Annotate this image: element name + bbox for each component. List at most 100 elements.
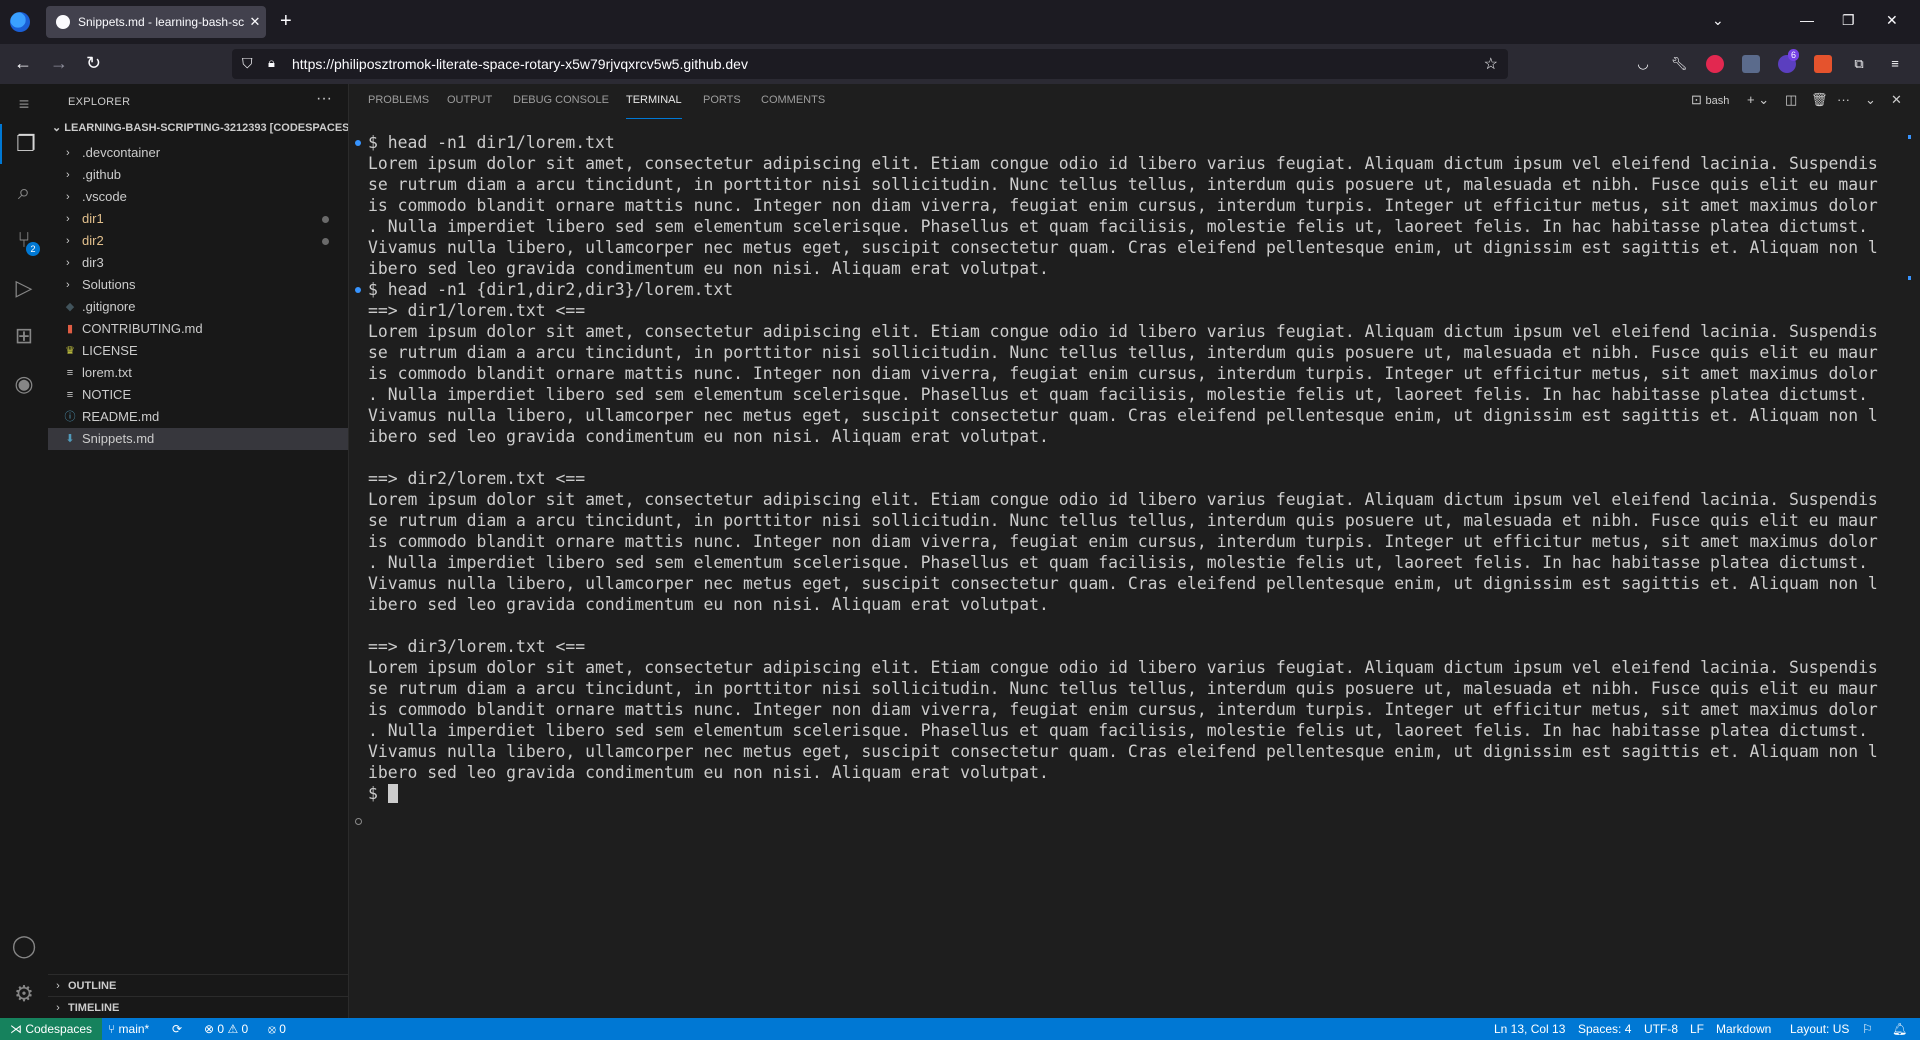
run-debug-icon[interactable]: ▷ [0, 268, 48, 308]
tab-debug-console[interactable]: DEBUG CONSOLE [513, 94, 609, 118]
branch-indicator[interactable]: ⑂ main* [108, 1018, 149, 1040]
lock-icon[interactable]: 🔒︎ [268, 55, 275, 71]
encoding[interactable]: UTF-8 [1644, 1018, 1678, 1040]
notifications-bell-icon[interactable]: 🔔︎ [1892, 1018, 1907, 1040]
split-terminal-icon[interactable]: ◫ [1785, 92, 1797, 108]
tree-item-vscode[interactable]: › .vscode [48, 186, 348, 208]
command-success-dot[interactable] [355, 287, 361, 293]
bookmark-star-icon[interactable]: ☆ [1484, 54, 1498, 74]
explorer-icon[interactable]: ❐ [0, 124, 50, 164]
settings-gear-icon[interactable]: ⚙ [0, 974, 48, 1014]
new-tab-icon[interactable]: + [280, 10, 292, 33]
extension-orange-icon[interactable] [1814, 55, 1832, 73]
extensions-icon[interactable]: ⊞ [0, 316, 48, 356]
tab-problems[interactable]: PROBLEMS [368, 94, 429, 118]
tree-item-readme[interactable]: ⓘ README.md [48, 406, 348, 428]
file-header: ==> dir3/lorem.txt <== [368, 637, 586, 656]
cursor-position[interactable]: Ln 13, Col 13 [1494, 1018, 1565, 1040]
explorer-sidebar: EXPLORER ··· ⌄ LEARNING-BASH-SCRIPTING-3… [48, 84, 349, 1018]
tree-item-license[interactable]: ♛ LICENSE [48, 340, 348, 362]
outline-section[interactable]: › OUTLINE [48, 974, 348, 997]
extension-badge-icon[interactable]: 6 [1778, 49, 1800, 73]
github-icon[interactable]: ◉ [0, 364, 48, 404]
browser-tab[interactable]: Snippets.md - learning-bash-sc ✕ [46, 6, 266, 38]
lorem-line: . Nulla imperdiet libero sed sem element… [368, 553, 1868, 572]
pocket-icon[interactable]: ◡ [1634, 55, 1652, 73]
lorem-line: . Nulla imperdiet libero sed sem element… [368, 385, 1868, 404]
command-pending-dot[interactable] [355, 818, 362, 825]
tree-item-lorem[interactable]: ≡ lorem.txt [48, 362, 348, 384]
extension-screen-icon[interactable] [1742, 55, 1760, 73]
browser-nav-bar: ← → ↻ ⛉ 🔒︎ https://philiposztromok-liter… [0, 44, 1920, 84]
extensions-puzzle-icon[interactable]: ⧉ [1850, 55, 1868, 73]
sync-icon[interactable]: ⟳ [172, 1018, 182, 1040]
trash-icon[interactable]: 🗑︎ [1811, 92, 1828, 108]
search-icon[interactable]: ⌕ [0, 172, 48, 212]
tab-comments[interactable]: COMMENTS [761, 94, 825, 118]
lorem-line: Lorem ipsum dolor sit amet, consectetur … [368, 322, 1878, 341]
firefox-logo-icon[interactable] [10, 12, 30, 32]
chevron-right-icon: › [66, 257, 70, 269]
new-terminal-icon[interactable]: + ⌄ [1747, 92, 1769, 108]
forward-icon[interactable]: → [50, 53, 68, 74]
tree-item-github[interactable]: › .github [48, 164, 348, 186]
error-count: 0 [217, 1022, 225, 1036]
shield-icon[interactable]: ⛉ [242, 55, 253, 72]
chevron-down-icon[interactable]: ⌄ [1865, 92, 1876, 108]
minimize-icon[interactable]: — [1800, 12, 1814, 28]
tree-item-dir1[interactable]: › dir1 [48, 208, 348, 230]
extension-red-icon[interactable] [1706, 55, 1724, 73]
lorem-line: se rutrum diam a arcu tincidunt, in port… [368, 175, 1878, 194]
close-window-icon[interactable]: ✕ [1886, 12, 1898, 29]
tree-item-dir2[interactable]: › dir2 [48, 230, 348, 252]
timeline-section[interactable]: › TIMELINE [48, 996, 348, 1019]
keyboard-layout[interactable]: Layout: US [1790, 1018, 1849, 1040]
account-icon[interactable]: ◯ [0, 926, 48, 966]
address-bar[interactable]: ⛉ 🔒︎ https://philiposztromok-literate-sp… [232, 49, 1508, 79]
tab-terminal[interactable]: TERMINAL [626, 94, 682, 119]
close-tab-icon[interactable]: ✕ [244, 14, 266, 30]
tree-item-snippets[interactable]: ⬇ Snippets.md [48, 428, 348, 450]
close-panel-icon[interactable]: ✕ [1891, 92, 1902, 108]
eol[interactable]: LF [1690, 1018, 1704, 1040]
tree-item-dir3[interactable]: › dir3 [48, 252, 348, 274]
restore-icon[interactable]: ❐ [1842, 12, 1855, 29]
tree-item-notice[interactable]: ≡ NOTICE [48, 384, 348, 406]
chevron-right-icon: › [56, 980, 60, 992]
tree-item-gitignore[interactable]: ◆ .gitignore [48, 296, 348, 318]
problems-indicator[interactable]: ⊗ 0 ⚠ 0 [204, 1018, 248, 1040]
terminal-command: $ head -n1 dir1/lorem.txt [368, 133, 615, 152]
ports-count: 0 [279, 1022, 286, 1036]
command-success-dot[interactable] [355, 140, 361, 146]
tree-item-devcontainer[interactable]: › .devcontainer [48, 142, 348, 164]
text-file-icon: ≡ [66, 389, 74, 401]
indentation[interactable]: Spaces: 4 [1578, 1018, 1631, 1040]
tree-item-label: CONTRIBUTING.md [82, 321, 203, 336]
tab-ports[interactable]: PORTS [703, 94, 741, 118]
language-mode[interactable]: Markdown [1716, 1018, 1771, 1040]
back-icon[interactable]: ← [14, 53, 32, 74]
prompt-line[interactable]: $ [368, 783, 1908, 804]
more-actions-icon[interactable]: ··· [316, 90, 332, 108]
more-actions-icon[interactable]: ··· [1837, 92, 1850, 107]
remote-indicator[interactable]: ⋊ Codespaces [0, 1018, 103, 1040]
warning-count: 0 [241, 1022, 249, 1036]
reload-icon[interactable]: ↻ [86, 53, 101, 74]
tree-item-contributing[interactable]: ▮ CONTRIBUTING.md [48, 318, 348, 340]
url-text[interactable]: https://philiposztromok-literate-space-r… [292, 56, 748, 72]
source-control-icon[interactable]: ⑂ 2 [0, 220, 48, 260]
menu-icon[interactable]: ≡ [0, 84, 48, 124]
ports-indicator[interactable]: ⦻ 0 [268, 1018, 286, 1040]
tree-item-label: .vscode [82, 189, 127, 204]
terminal-output[interactable]: $ head -n1 dir1/lorem.txt Lorem ipsum dol… [368, 132, 1908, 804]
menu-hamburger-icon[interactable]: ≡ [1886, 55, 1904, 73]
tree-item-label: .devcontainer [82, 145, 161, 160]
tab-output[interactable]: OUTPUT [447, 94, 492, 118]
workspace-root[interactable]: ⌄ LEARNING-BASH-SCRIPTING-3212393 [CODES… [52, 121, 348, 141]
terminal-shell-selector[interactable]: ⊡ bash [1691, 92, 1729, 108]
lorem-line: se rutrum diam a arcu tincidunt, in port… [368, 343, 1878, 362]
wrench-icon[interactable]: 🔧︎ [1670, 55, 1688, 73]
tab-list-chevron-icon[interactable]: ⌄ [1712, 12, 1724, 29]
tree-item-solutions[interactable]: › Solutions [48, 274, 348, 296]
feedback-icon[interactable]: ⚐ [1862, 1018, 1873, 1040]
